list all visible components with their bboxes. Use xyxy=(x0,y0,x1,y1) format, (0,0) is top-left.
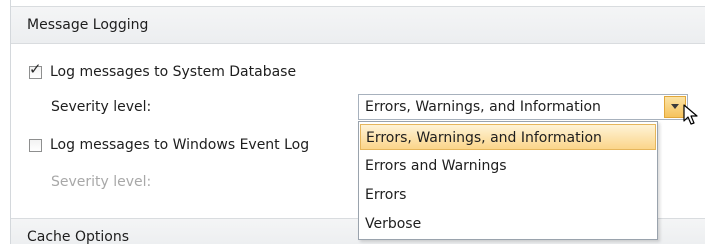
mouse-pointer-icon xyxy=(683,104,698,125)
severity-label: Severity level: xyxy=(51,99,152,115)
event-severity-label: Severity level: xyxy=(51,174,152,190)
system-db-label: Log messages to System Database xyxy=(50,64,297,80)
event-log-label: Log messages to Windows Event Log xyxy=(50,137,310,153)
severity-row: Severity level: xyxy=(51,95,151,119)
system-db-checkbox[interactable]: ✓ xyxy=(29,61,42,79)
severity-dropdown-list: Errors, Warnings, and Information Errors… xyxy=(358,121,658,240)
event-log-row[interactable]: Log messages to Windows Event Log xyxy=(29,133,309,157)
settings-page: Message Logging ✓ Log messages to System… xyxy=(0,0,705,244)
severity-select-value: Errors, Warnings, and Information xyxy=(365,99,601,115)
severity-select[interactable]: Errors, Warnings, and Information xyxy=(358,94,688,120)
dropdown-option[interactable]: Verbose xyxy=(360,211,656,237)
dropdown-option[interactable]: Errors xyxy=(360,182,656,208)
message-logging-header[interactable]: Message Logging xyxy=(11,6,705,44)
event-log-checkbox[interactable] xyxy=(29,138,42,152)
chevron-down-icon xyxy=(671,104,679,109)
section-title: Cache Options xyxy=(27,229,130,244)
section-title: Message Logging xyxy=(27,17,149,33)
check-icon: ✓ xyxy=(29,59,42,78)
dropdown-option[interactable]: Errors and Warnings xyxy=(360,153,656,179)
dropdown-option[interactable]: Errors, Warnings, and Information xyxy=(360,124,656,150)
event-severity-row: Severity level: xyxy=(51,170,151,194)
system-db-row[interactable]: ✓ Log messages to System Database xyxy=(29,60,296,84)
